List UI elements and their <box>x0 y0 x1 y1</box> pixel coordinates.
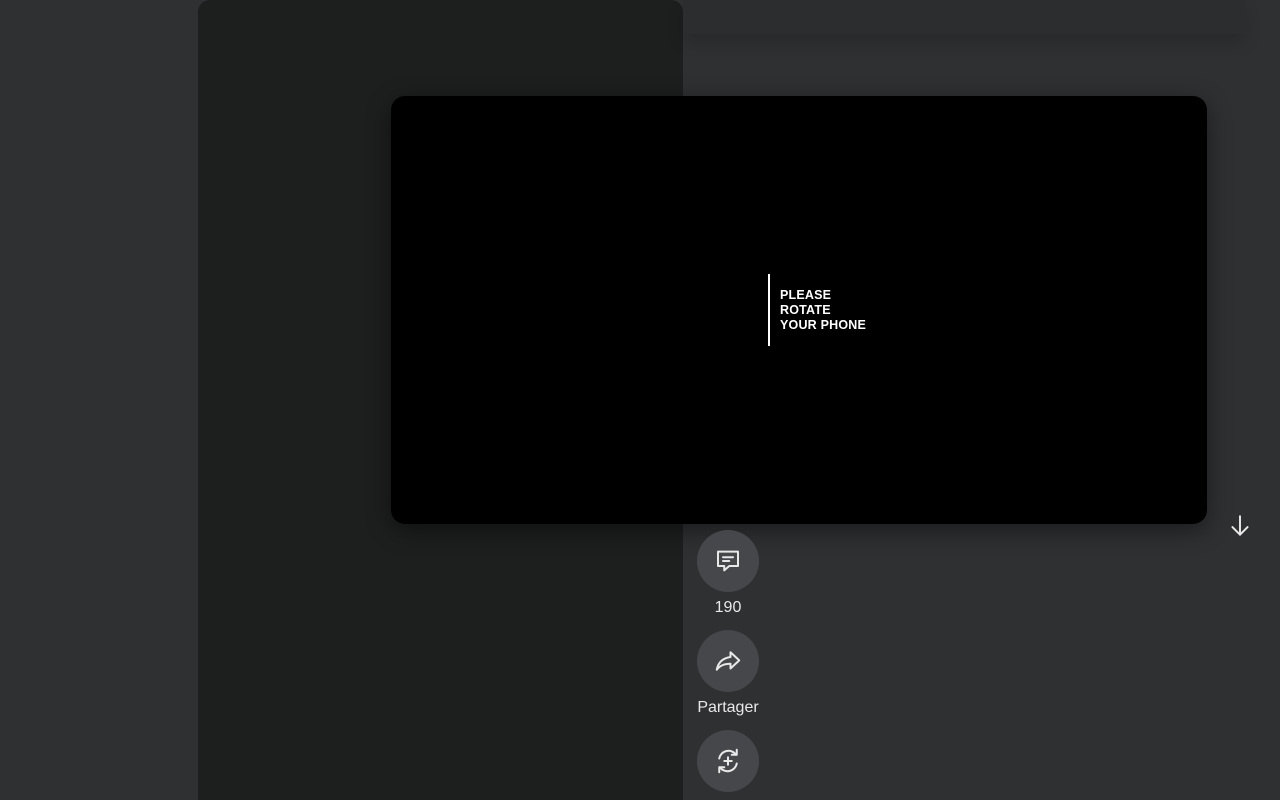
arrow-down-icon <box>1231 515 1249 536</box>
remix-action <box>697 730 759 792</box>
page: PLEASE ROTATE YOUR PHONE 190 Partager <box>0 0 1280 800</box>
comments-action: 190 <box>697 530 759 618</box>
comment-icon <box>717 550 739 572</box>
rotate-message-line-2: ROTATE <box>780 302 831 317</box>
rotate-phone-overlay: PLEASE ROTATE YOUR PHONE <box>391 96 1207 524</box>
share-label: Partager <box>697 699 759 716</box>
remix-icon <box>718 748 738 774</box>
remix-button[interactable] <box>697 730 759 792</box>
share-icon <box>715 651 741 671</box>
rotate-message-text: PLEASE ROTATE YOUR PHONE <box>780 288 866 333</box>
rotate-message: PLEASE ROTATE YOUR PHONE <box>768 274 866 346</box>
rotate-message-line-3: YOUR PHONE <box>780 317 867 332</box>
comments-button[interactable] <box>697 530 759 592</box>
share-action: Partager <box>697 630 759 718</box>
top-bar <box>683 0 1245 34</box>
comments-count: 190 <box>714 599 742 616</box>
share-button[interactable] <box>697 630 759 692</box>
rotate-message-divider <box>768 274 770 346</box>
next-video-button[interactable] <box>1226 512 1254 540</box>
action-buttons: 190 Partager <box>688 530 768 800</box>
left-background <box>0 0 198 800</box>
rotate-message-line-1: PLEASE <box>780 287 832 302</box>
